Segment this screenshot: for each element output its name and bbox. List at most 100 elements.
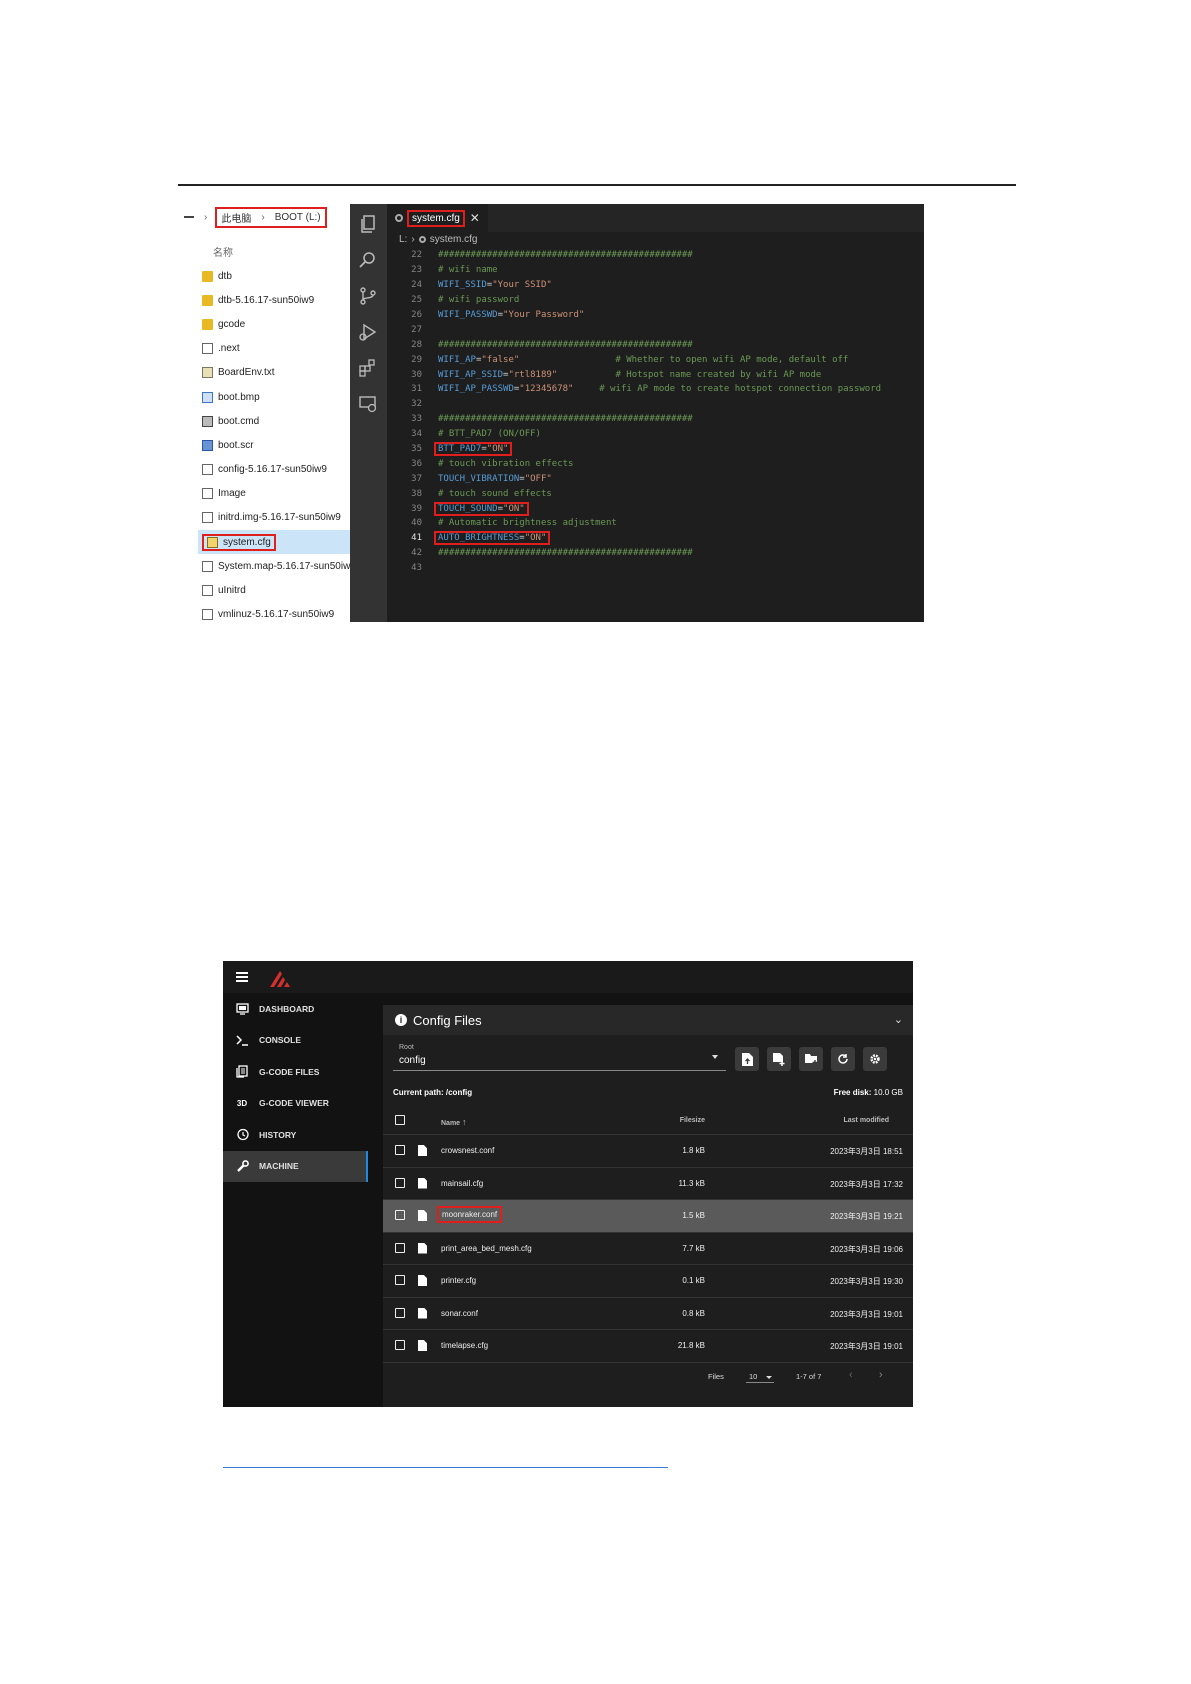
upload-file-button[interactable]	[735, 1047, 759, 1071]
file-icon	[418, 1275, 427, 1286]
breadcrumb-file[interactable]: system.cfg	[430, 234, 478, 245]
select-all-checkbox[interactable]	[395, 1115, 405, 1125]
sidebar-item-label: CONSOLE	[259, 1035, 302, 1046]
remote-explorer-icon[interactable]	[358, 394, 378, 414]
list-item[interactable]: uInitrd	[202, 578, 352, 602]
breadcrumb-drive[interactable]: L:	[399, 234, 407, 245]
code-line: 32	[387, 397, 924, 412]
file-icon	[418, 1242, 427, 1254]
breadcrumb-boot-drive[interactable]: BOOT (L:)	[275, 212, 321, 223]
panel-title: Config Files	[413, 1012, 482, 1028]
table-row[interactable]: printer.cfg 0.1 kB 2023年3月3日 19:30	[383, 1265, 913, 1298]
next-page-icon[interactable]: ›	[879, 1369, 883, 1381]
3d-icon: 3D	[236, 1098, 248, 1108]
row-checkbox[interactable]	[395, 1307, 405, 1318]
top-app-bar	[223, 961, 913, 993]
breadcrumb[interactable]: 此电脑 › BOOT (L:)	[215, 206, 327, 228]
sidebar-item-dashboard[interactable]: DASHBOARD	[223, 993, 368, 1025]
config-file-icon	[207, 536, 218, 548]
column-name[interactable]: Name ↑	[441, 1117, 467, 1127]
list-item[interactable]: gcode	[202, 312, 352, 336]
table-row[interactable]: crowsnest.conf 1.8 kB 2023年3月3日 18:51	[383, 1135, 913, 1168]
file-icon	[202, 488, 213, 500]
list-item[interactable]: boot.bmp	[202, 385, 352, 409]
gear-icon	[870, 1054, 880, 1064]
list-item[interactable]: config-5.16.17-sun50iw9	[202, 458, 352, 482]
list-item[interactable]: BoardEnv.txt	[202, 361, 352, 385]
files-icon[interactable]	[358, 214, 378, 234]
sidebar-item-gcode-files[interactable]: G-CODE FILES	[223, 1056, 368, 1088]
column-filesize[interactable]: Filesize	[680, 1117, 705, 1124]
panel-header[interactable]: i Config Files ⌄	[383, 1005, 913, 1035]
extensions-icon[interactable]	[358, 358, 378, 378]
breadcrumb-this-pc[interactable]: 此电脑	[221, 210, 251, 225]
row-checkbox[interactable]	[395, 1242, 405, 1253]
mainsail-logo	[270, 971, 290, 987]
previous-page-icon[interactable]: ‹	[849, 1369, 853, 1381]
file-icon	[418, 1145, 427, 1156]
table-row[interactable]: timelapse.cfg 21.8 kB 2023年3月3日 19:01	[383, 1330, 913, 1363]
highlighted-setting: AUTO_BRIGHTNESS="ON"	[434, 531, 551, 546]
file-modified: 2023年3月3日 19:06	[830, 1244, 903, 1254]
code-text: TOUCH_VIBRATION="OFF"	[438, 473, 552, 484]
root-select[interactable]: Root config	[393, 1044, 726, 1071]
search-icon[interactable]	[358, 250, 378, 270]
row-checkbox[interactable]	[395, 1145, 405, 1155]
file-name: dtb-5.16.17-sun50iw9	[218, 294, 315, 306]
menu-icon[interactable]	[236, 972, 248, 982]
line-number: 26	[411, 310, 422, 320]
column-last-modified[interactable]: Last modified	[843, 1117, 889, 1124]
row-checkbox[interactable]	[395, 1275, 405, 1285]
script-file-icon	[202, 439, 213, 451]
bottom-divider	[223, 1467, 668, 1468]
table-row[interactable]: mainsail.cfg 11.3 kB 2023年3月3日 17:32	[383, 1168, 913, 1200]
file-size: 11.3 kB	[678, 1178, 705, 1188]
list-item[interactable]: Image	[202, 482, 352, 506]
table-row-selected[interactable]: moonraker.conf 1.5 kB 2023年3月3日 19:21	[383, 1200, 913, 1233]
sidebar-item-machine[interactable]: MACHINE	[223, 1150, 368, 1182]
code-text: # BTT_PAD7 (ON/OFF)	[438, 429, 541, 440]
table-row[interactable]: sonar.conf 0.8 kB 2023年3月3日 19:01	[383, 1298, 913, 1330]
run-debug-icon[interactable]	[358, 322, 378, 342]
settings-button[interactable]	[863, 1047, 887, 1071]
code-comment: # Hotspot name created by wifi AP mode	[615, 369, 822, 380]
code-area[interactable]: 22 ######################################…	[387, 248, 924, 576]
code-comment: # Whether to open wifi AP mode, default …	[615, 354, 849, 365]
line-number: 37	[411, 473, 422, 484]
tab-system-cfg[interactable]: system.cfg ✕	[387, 204, 488, 232]
files-icon	[235, 1065, 249, 1079]
row-checkbox[interactable]	[395, 1210, 405, 1220]
sidebar-item-gcode-viewer[interactable]: 3D G-CODE VIEWER	[223, 1088, 368, 1120]
chevron-down-icon[interactable]: ⌄	[894, 1013, 903, 1026]
code-line: 41 AUTO_BRIGHTNESS="ON"	[387, 531, 924, 546]
close-icon[interactable]: ✕	[470, 211, 480, 225]
row-checkbox[interactable]	[395, 1340, 405, 1350]
line-number: 22	[411, 250, 422, 261]
list-item-selected[interactable]: system.cfg	[198, 530, 352, 555]
code-line: 25 # wifi password	[387, 293, 924, 308]
sidebar-item-console[interactable]: CONSOLE	[223, 1025, 368, 1057]
source-control-icon[interactable]	[358, 286, 378, 306]
list-item[interactable]: boot.cmd	[202, 409, 352, 433]
list-item[interactable]: dtb-5.16.17-sun50iw9	[202, 288, 352, 312]
list-item[interactable]: System.map-5.16.17-sun50iw9	[202, 554, 356, 578]
name-column-header[interactable]: 名称	[213, 244, 233, 259]
sidebar-item-label: DASHBOARD	[259, 1003, 315, 1014]
list-item[interactable]: dtb	[202, 264, 352, 288]
row-checkbox[interactable]	[395, 1177, 405, 1188]
sidebar-item-history[interactable]: HISTORY	[223, 1119, 368, 1151]
table-row[interactable]: print_area_bed_mesh.cfg 7.7 kB 2023年3月3日 1…	[383, 1233, 913, 1265]
list-item[interactable]: .next	[202, 337, 352, 361]
line-number: 31	[411, 384, 422, 395]
files-per-page-select[interactable]: 10	[746, 1368, 774, 1383]
file-name: printer.cfg	[441, 1276, 477, 1285]
new-file-button[interactable]	[767, 1047, 791, 1071]
list-item[interactable]: initrd.img-5.16.17-sun50iw9	[202, 506, 352, 530]
list-item[interactable]: boot.scr	[202, 433, 352, 457]
refresh-button[interactable]	[831, 1047, 855, 1071]
new-folder-button[interactable]	[799, 1047, 823, 1071]
file-icon	[418, 1177, 427, 1189]
history-icon	[235, 1128, 249, 1142]
code-text: WIFI_PASSWD="Your Password"	[438, 310, 585, 320]
list-item[interactable]: vmlinuz-5.16.17-sun50iw9	[202, 603, 352, 622]
